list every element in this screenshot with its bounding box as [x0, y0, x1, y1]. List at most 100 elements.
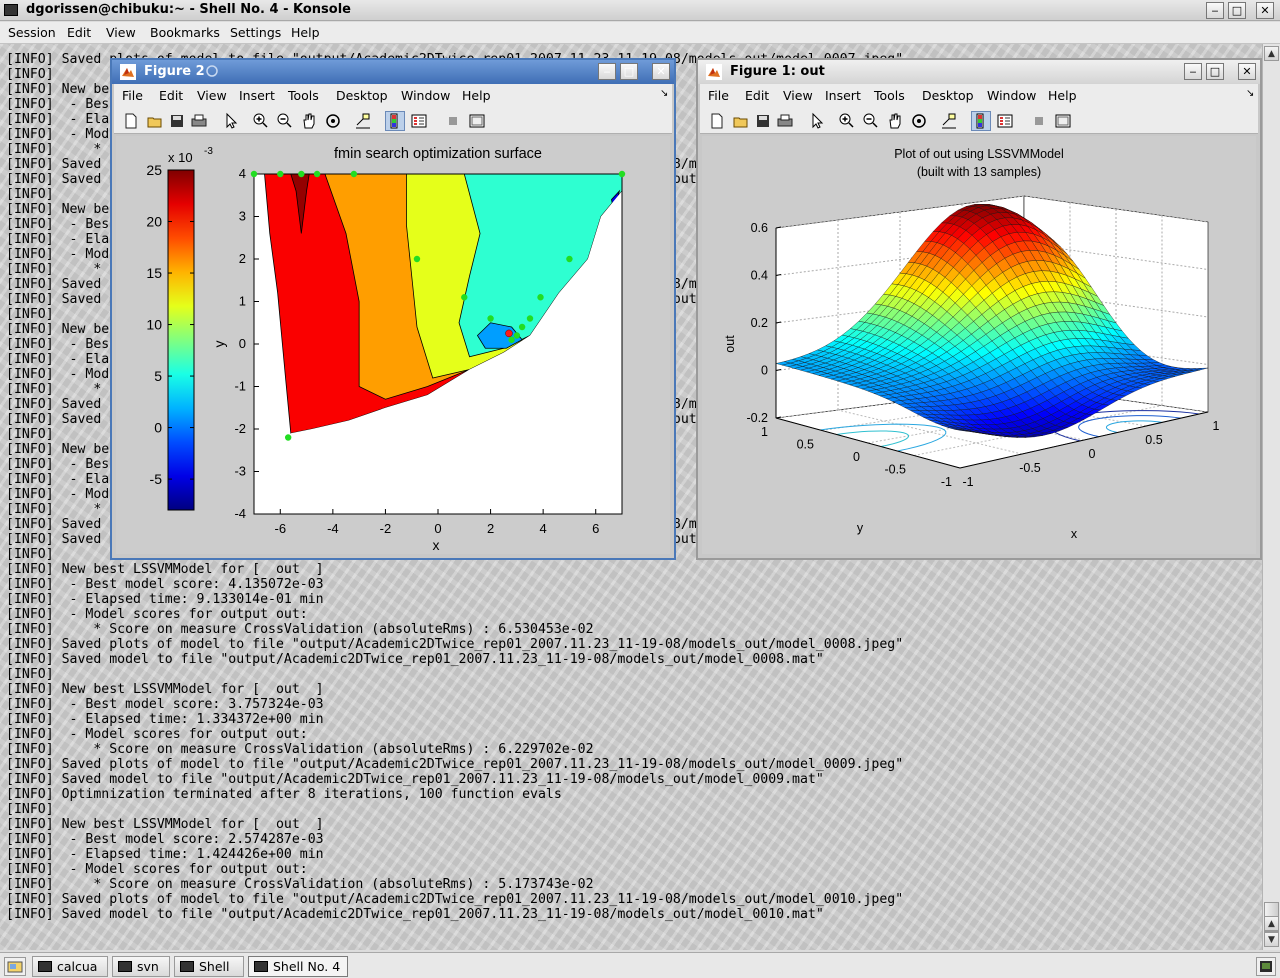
hide-tools-icon[interactable]: [1030, 112, 1048, 130]
x-tick-label: 0: [1089, 447, 1096, 461]
chart-title-line1: Plot of out using LSSVMModel: [894, 147, 1064, 161]
y-axis-label: y: [211, 341, 227, 348]
fig1-dock-icon[interactable]: ↘: [1246, 88, 1254, 99]
save-icon[interactable]: [754, 112, 772, 130]
pan-icon[interactable]: [886, 112, 904, 130]
pan-icon[interactable]: [300, 112, 318, 130]
new-file-icon[interactable]: [708, 112, 726, 130]
maximize-button[interactable]: □: [1228, 2, 1246, 19]
figure1-minimize-button[interactable]: ‒: [1184, 63, 1202, 80]
terminal-line: [INFO] - Model scores for output out:: [6, 727, 308, 742]
menu-settings[interactable]: Settings: [230, 25, 281, 40]
zoom-in-icon[interactable]: [838, 112, 856, 130]
figure1-close-button[interactable]: ✕: [1238, 63, 1256, 80]
print-icon[interactable]: [190, 112, 208, 130]
menu-edit[interactable]: Edit: [67, 25, 91, 40]
legend-icon[interactable]: [410, 112, 428, 130]
data-cursor-icon[interactable]: [940, 112, 958, 130]
task-svn[interactable]: svn: [112, 956, 170, 977]
figure1-window[interactable]: Figure 1: out ‒ □ ✕ File Edit View Inser…: [696, 58, 1262, 560]
terminal-line: [INFO] - Elapsed time: 9.133014e-01 min: [6, 592, 324, 607]
y-tick-label: 3: [239, 209, 246, 224]
fig2-menu-edit[interactable]: Edit: [159, 88, 183, 103]
figure1-titlebar[interactable]: Figure 1: out ‒ □ ✕: [698, 60, 1260, 84]
terminal-line: [INFO] New best LSSVMModel for [ out ]: [6, 817, 324, 832]
menu-view[interactable]: View: [106, 25, 136, 40]
x-tick-label: 0.5: [1145, 433, 1162, 447]
desktop-icon[interactable]: [4, 957, 26, 976]
zoom-in-icon[interactable]: [252, 112, 270, 130]
menu-session[interactable]: Session: [8, 25, 56, 40]
show-tools-icon[interactable]: [1054, 112, 1072, 130]
figure2-titlebar[interactable]: Figure 2 ‒ □ ✕: [112, 60, 674, 84]
fig1-menu-desktop[interactable]: Desktop: [922, 88, 974, 103]
konsole-titlebar[interactable]: dgorissen@chibuku:~ - Shell No. 4 - Kons…: [0, 0, 1280, 21]
fig1-menu-help[interactable]: Help: [1048, 88, 1077, 103]
scroll-down-icon[interactable]: ▲: [1264, 916, 1279, 931]
menu-bookmarks[interactable]: Bookmarks: [150, 25, 220, 40]
konsole-menubar: Session Edit View Bookmarks Settings Hel…: [0, 22, 1280, 44]
colorbar-icon[interactable]: [971, 111, 991, 131]
new-file-icon[interactable]: [122, 112, 140, 130]
sample-point: [461, 294, 468, 301]
show-tools-icon[interactable]: [468, 112, 486, 130]
scroll-up-icon[interactable]: ▲: [1264, 46, 1279, 61]
sample-point: [618, 170, 626, 178]
figure1-title: Figure 1: out: [730, 64, 825, 79]
fig1-menu-file[interactable]: File: [708, 88, 729, 103]
pointer-icon[interactable]: [808, 112, 826, 130]
fig2-menu-desktop[interactable]: Desktop: [336, 88, 388, 103]
task-calcua[interactable]: calcua: [32, 956, 108, 977]
figure2-window[interactable]: Figure 2 ‒ □ ✕ File Edit View Insert Too…: [110, 58, 676, 560]
fig1-menu-insert[interactable]: Insert: [825, 88, 861, 103]
sample-point: [413, 255, 421, 263]
figure2-minimize-button[interactable]: ‒: [598, 63, 616, 80]
fig1-menu-edit[interactable]: Edit: [745, 88, 769, 103]
shade-icon[interactable]: [204, 64, 220, 78]
fig2-dock-icon[interactable]: ↘: [660, 88, 668, 99]
z-axis-label: out: [723, 335, 737, 353]
minimize-button[interactable]: ‒: [1206, 2, 1224, 19]
hide-tools-icon[interactable]: [444, 112, 462, 130]
rotate-icon[interactable]: [324, 112, 342, 130]
print-icon[interactable]: [776, 112, 794, 130]
close-button[interactable]: ✕: [1256, 2, 1274, 19]
sample-point: [350, 170, 358, 178]
fig2-menu-window[interactable]: Window: [401, 88, 450, 103]
fig2-menu-help[interactable]: Help: [462, 88, 491, 103]
fig1-menu-window[interactable]: Window: [987, 88, 1036, 103]
fig1-menu-tools[interactable]: Tools: [874, 88, 905, 103]
figure2-close-button[interactable]: ✕: [652, 63, 670, 80]
task-shell-no-4[interactable]: Shell No. 4: [248, 956, 348, 977]
open-file-icon[interactable]: [732, 112, 750, 130]
fig2-menu-file[interactable]: File: [122, 88, 143, 103]
zoom-out-icon[interactable]: [276, 112, 294, 130]
figure2-maximize-button[interactable]: □: [620, 63, 638, 80]
scroll-down-icon-2[interactable]: ▼: [1264, 932, 1279, 947]
pointer-icon[interactable]: [222, 112, 240, 130]
y-tick-label: 2: [239, 251, 246, 266]
tray-icon[interactable]: [1256, 957, 1276, 976]
fig2-menu-tools[interactable]: Tools: [288, 88, 319, 103]
menu-help[interactable]: Help: [291, 25, 320, 40]
terminal-line: [INFO] New best LSSVMModel for [ out ]: [6, 682, 324, 697]
legend-icon[interactable]: [996, 112, 1014, 130]
colorbar-tick-label: 15: [146, 265, 162, 281]
colorbar-icon[interactable]: [385, 111, 405, 131]
fig2-menu-insert[interactable]: Insert: [239, 88, 275, 103]
y-tick-label: -1: [234, 379, 246, 394]
fig1-menu-view[interactable]: View: [783, 88, 813, 103]
matlab-icon: [120, 64, 136, 80]
sample-point: [526, 315, 534, 322]
terminal-scrollbar[interactable]: ▲ ▲ ▼: [1262, 44, 1280, 950]
task-shell[interactable]: Shell: [174, 956, 244, 977]
save-icon[interactable]: [168, 112, 186, 130]
rotate-icon[interactable]: [910, 112, 928, 130]
terminal-line: [INFO] New best LSSVMModel for [ out ]: [6, 562, 324, 577]
sample-point: [250, 170, 258, 178]
data-cursor-icon[interactable]: [354, 112, 372, 130]
zoom-out-icon[interactable]: [862, 112, 880, 130]
figure1-maximize-button[interactable]: □: [1206, 63, 1224, 80]
fig2-menu-view[interactable]: View: [197, 88, 227, 103]
open-file-icon[interactable]: [146, 112, 164, 130]
